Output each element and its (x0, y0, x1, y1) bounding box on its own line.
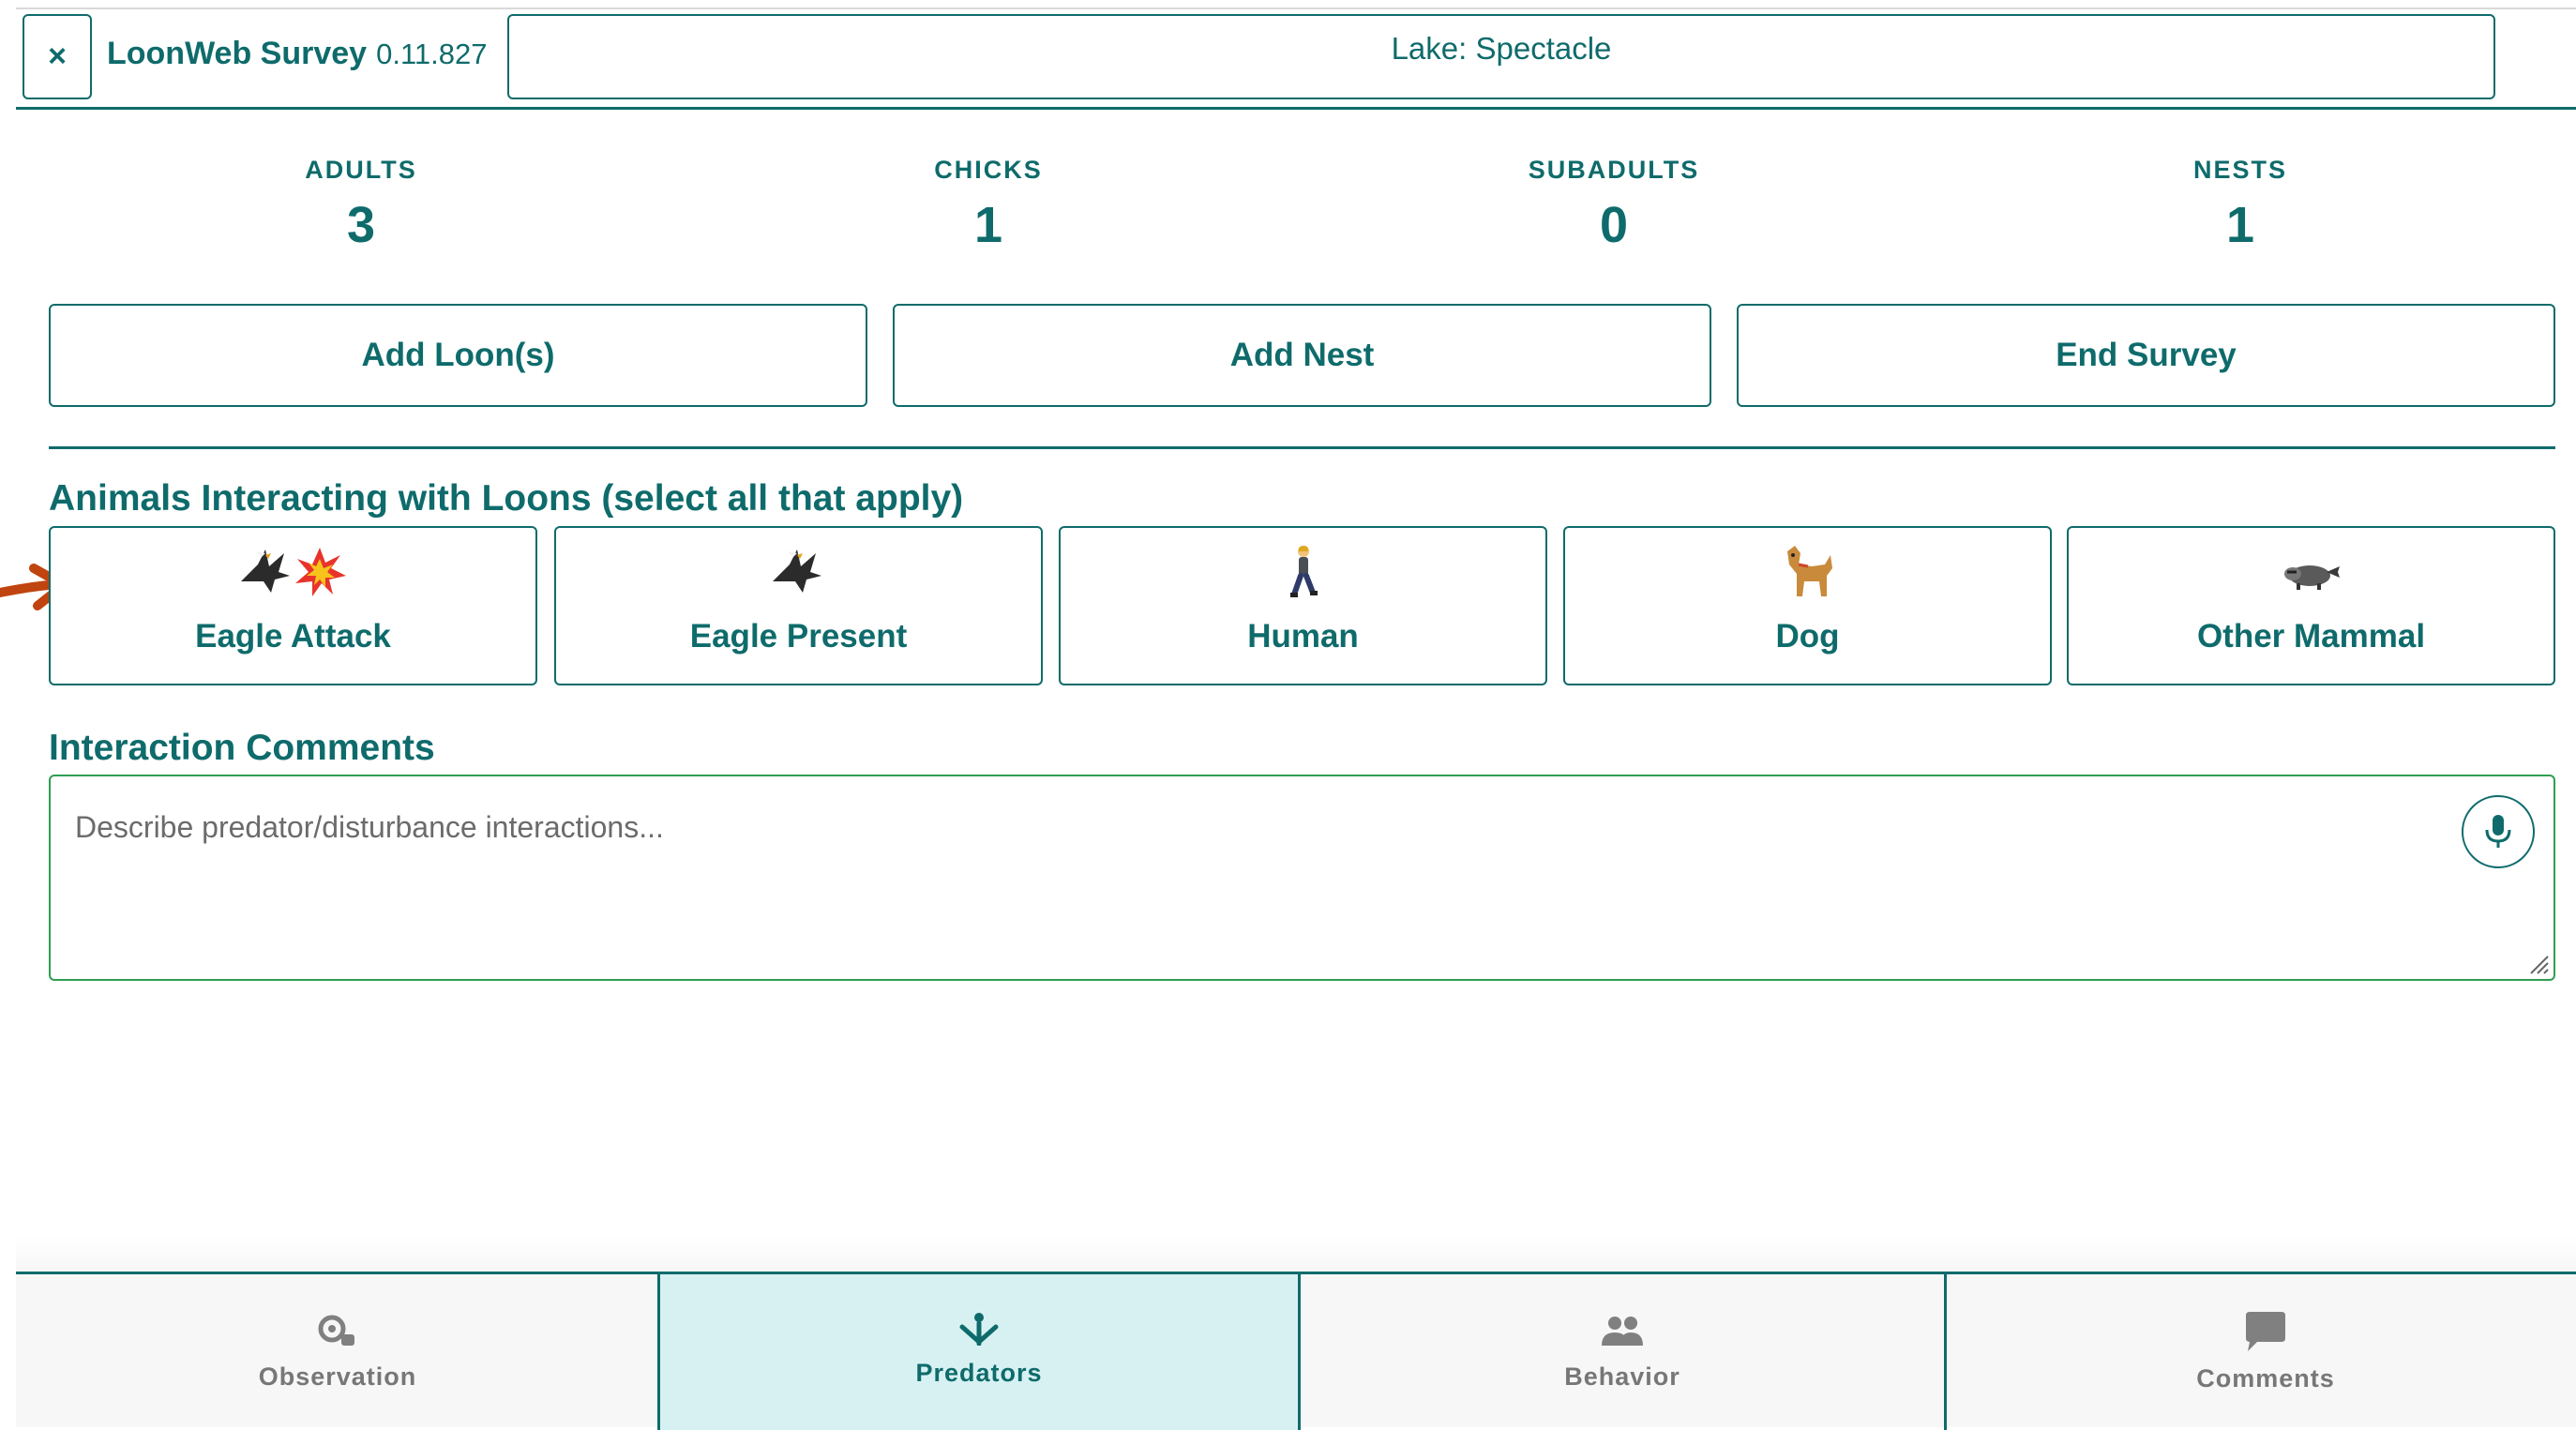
animals-section-title: Animals Interacting with Loons (select a… (49, 478, 964, 519)
comments-section-title: Interaction Comments (49, 728, 435, 768)
add-nest-button[interactable]: Add Nest (893, 304, 1711, 407)
people-icon (1602, 1317, 1643, 1346)
app-version: 0.11.827 (376, 38, 488, 70)
animal-label: Human (1247, 618, 1359, 655)
tab-predators[interactable]: Predators (657, 1274, 1301, 1430)
animal-dog-button[interactable]: Dog (1563, 526, 2052, 685)
animal-eagle-attack-button[interactable]: Eagle Attack (49, 526, 537, 685)
tab-comments[interactable]: Comments (1944, 1274, 2576, 1430)
interaction-comments-box (49, 775, 2555, 981)
bottom-tab-bar: Observation Predators Behavior Comments (16, 1272, 2576, 1430)
person-walking-icon (1061, 543, 1545, 601)
count-value: 1 (2225, 197, 2255, 253)
count-chicks: CHICKS 1 (848, 156, 1129, 254)
add-loons-button[interactable]: Add Loon(s) (49, 304, 867, 407)
eagle-attack-icon (51, 543, 535, 601)
tab-label: Comments (2196, 1364, 2335, 1392)
tab-behavior[interactable]: Behavior (1301, 1274, 1944, 1430)
animal-label: Eagle Attack (195, 618, 391, 655)
top-border (16, 8, 2576, 9)
close-button[interactable]: × (23, 14, 92, 99)
count-label: NESTS (2192, 156, 2288, 184)
binoculars-icon (318, 1315, 354, 1346)
tab-label: Observation (258, 1362, 417, 1391)
tab-label: Behavior (1564, 1362, 1680, 1391)
animal-human-button[interactable]: Human (1059, 526, 1547, 685)
lake-label: Lake: Spectacle (1391, 31, 1612, 66)
dictation-button[interactable] (2462, 795, 2535, 868)
count-subadults: SUBADULTS 0 (1473, 156, 1755, 254)
animal-label: Other Mammal (2196, 618, 2426, 655)
raccoon-icon (2069, 543, 2553, 601)
animal-label: Dog (1775, 618, 1840, 655)
resize-handle-icon[interactable] (2525, 951, 2550, 975)
app-name: LoonWeb Survey (107, 36, 368, 71)
end-survey-button[interactable]: End Survey (1737, 304, 2555, 407)
count-adults: ADULTS 3 (220, 156, 502, 254)
dog-icon (1565, 543, 2050, 601)
interaction-comments-input[interactable] (51, 776, 2553, 979)
header-divider (16, 107, 2576, 110)
bottom-fade (16, 1236, 2576, 1273)
animal-other-mammal-button[interactable]: Other Mammal (2067, 526, 2555, 685)
tab-observation[interactable]: Observation (16, 1274, 659, 1430)
animal-eagle-present-button[interactable]: Eagle Present (554, 526, 1043, 685)
tab-label: Predators (915, 1359, 1043, 1387)
microphone-icon (2485, 815, 2511, 848)
count-label: CHICKS (934, 156, 1043, 184)
count-label: SUBADULTS (1528, 156, 1700, 184)
count-value: 0 (1599, 197, 1629, 253)
count-nests: NESTS 1 (2100, 156, 2381, 254)
section-divider (49, 446, 2555, 449)
comment-icon (2246, 1312, 2285, 1351)
lake-selector[interactable]: Lake: Spectacle (507, 14, 2495, 99)
predator-icon (959, 1313, 999, 1346)
count-value: 3 (346, 197, 376, 253)
count-label: ADULTS (305, 156, 417, 184)
tab-divider (1944, 1274, 1947, 1430)
app-title: LoonWeb Survey 0.11.827 (107, 36, 487, 72)
eagle-icon (556, 543, 1041, 601)
count-value: 1 (973, 197, 1003, 253)
animal-label: Eagle Present (689, 618, 908, 655)
